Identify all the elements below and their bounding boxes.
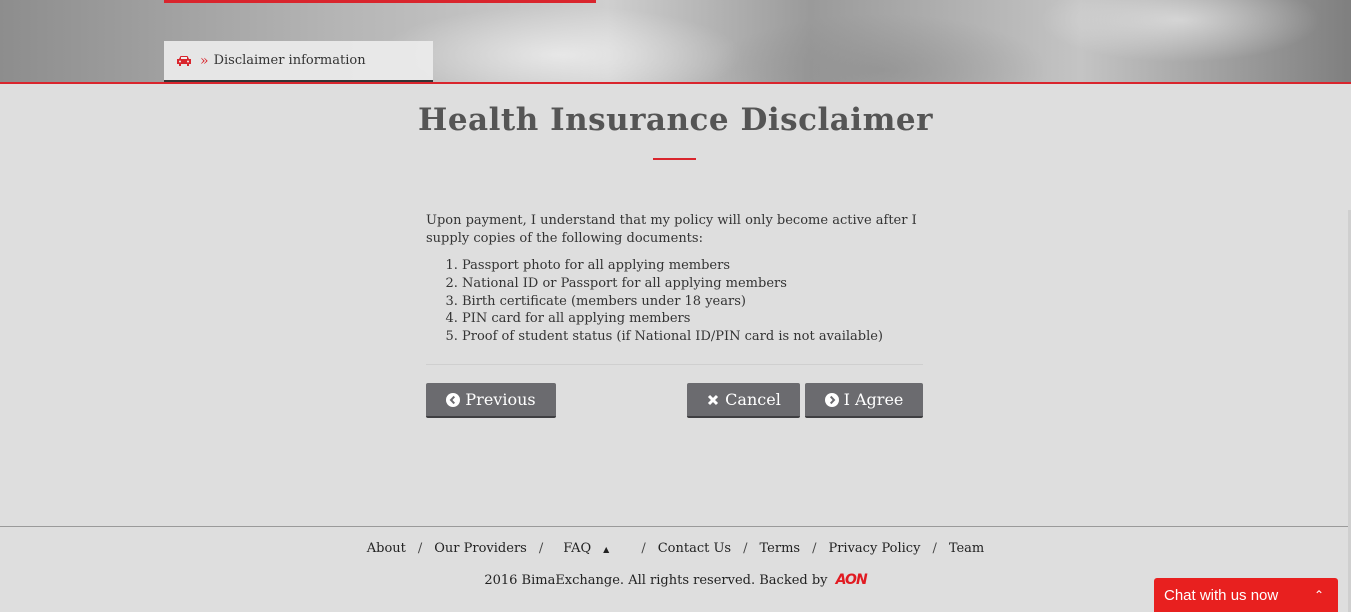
cancel-label: Cancel bbox=[725, 390, 781, 409]
agree-label: I Agree bbox=[843, 390, 904, 409]
documents-list: Passport photo for all applying members … bbox=[426, 257, 923, 346]
breadcrumb: » Disclaimer information bbox=[164, 41, 433, 82]
footer-link-faq[interactable]: FAQ ▲ bbox=[563, 541, 629, 556]
footer-separator: / bbox=[538, 541, 544, 556]
hero-accent-bar bbox=[164, 0, 596, 3]
footer-link-privacy[interactable]: Privacy Policy bbox=[828, 541, 920, 556]
page-title: Health Insurance Disclaimer bbox=[418, 102, 933, 138]
cancel-button[interactable]: Cancel bbox=[687, 383, 800, 418]
previous-label: Previous bbox=[465, 390, 536, 409]
chat-widget-button[interactable]: Chat with us now ⌃ bbox=[1154, 578, 1338, 612]
footer-separator: / bbox=[641, 541, 646, 556]
copyright: 2016 BimaExchange. All rights reserved. … bbox=[0, 572, 1351, 588]
aon-logo[interactable]: AON bbox=[836, 572, 868, 588]
footer-separator: / bbox=[417, 541, 423, 556]
agree-button[interactable]: I Agree bbox=[805, 383, 923, 418]
list-item: Passport photo for all applying members bbox=[462, 257, 923, 275]
title-underline bbox=[653, 158, 696, 160]
car-icon bbox=[177, 55, 191, 66]
footer-link-contact[interactable]: Contact Us bbox=[658, 541, 731, 556]
chevron-right-icon: » bbox=[200, 52, 209, 69]
list-item: Proof of student status (if National ID/… bbox=[462, 328, 923, 346]
footer-separator: / bbox=[743, 541, 748, 556]
copyright-text: 2016 BimaExchange. All rights reserved. … bbox=[484, 573, 828, 588]
circle-chevron-right-icon bbox=[824, 392, 839, 407]
content-divider bbox=[426, 364, 923, 365]
close-icon bbox=[708, 394, 719, 405]
footer-link-team[interactable]: Team bbox=[949, 541, 984, 556]
circle-chevron-left-icon bbox=[446, 392, 461, 407]
chat-label: Chat with us now bbox=[1164, 586, 1279, 604]
faq-label: FAQ bbox=[563, 541, 592, 556]
list-item: PIN card for all applying members bbox=[462, 310, 923, 328]
footer-separator: / bbox=[932, 541, 937, 556]
chevron-up-icon: ⌃ bbox=[1313, 588, 1324, 602]
footer-link-about[interactable]: About bbox=[367, 541, 406, 556]
footer-divider bbox=[0, 526, 1351, 527]
disclaimer-content: Upon payment, I understand that my polic… bbox=[426, 212, 923, 346]
footer-separator: / bbox=[812, 541, 817, 556]
previous-button[interactable]: Previous bbox=[426, 383, 556, 418]
footer-link-providers[interactable]: Our Providers bbox=[434, 541, 527, 556]
footer-nav: About / Our Providers / FAQ ▲ / Contact U… bbox=[0, 541, 1351, 556]
caret-up-icon: ▲ bbox=[603, 545, 610, 554]
disclaimer-intro: Upon payment, I understand that my polic… bbox=[426, 213, 917, 246]
footer-link-terms[interactable]: Terms bbox=[760, 541, 801, 556]
list-item: Birth certificate (members under 18 year… bbox=[462, 293, 923, 311]
breadcrumb-label: Disclaimer information bbox=[213, 53, 366, 68]
list-item: National ID or Passport for all applying… bbox=[462, 275, 923, 293]
